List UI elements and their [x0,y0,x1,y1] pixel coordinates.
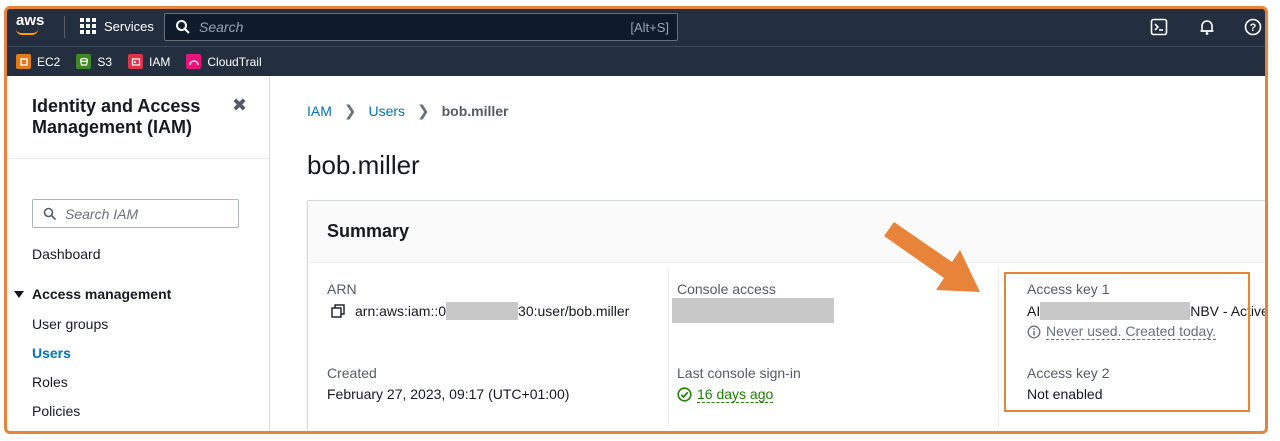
svg-text:?: ? [1250,22,1257,34]
console-access-value [672,298,834,323]
sidebar-search-input[interactable]: Search IAM [32,199,239,228]
access-key2-label: Access key 2 [1027,365,1110,381]
sidebar-title: Identity and Access Management (IAM) [32,96,201,137]
sidebar-search-placeholder: Search IAM [65,205,139,222]
sidebar-section-access-management[interactable]: Access management [14,286,171,302]
last-signin-label: Last console sign-in [677,365,801,381]
caret-down-icon [14,290,24,298]
favorite-cloudtrail[interactable]: CloudTrail [186,54,262,69]
access-key1-prefix: AI [1027,303,1041,319]
favorite-s3[interactable]: S3 [76,54,112,69]
arn-suffix: 30:user/bob.miller [518,303,630,319]
last-signin-value: 16 days ago [677,386,774,403]
aws-logo-text: aws [16,12,45,29]
cloudtrail-service-icon [186,54,202,69]
sidebar-section-label: Access management [32,286,172,302]
iam-service-icon [128,54,144,69]
console-access-label: Console access [677,281,776,297]
close-icon[interactable]: ✖ [232,95,247,116]
breadcrumb-iam[interactable]: IAM [307,103,332,119]
global-search-input[interactable]: Search [Alt+S] [164,13,678,41]
breadcrumb: IAM ❯ Users ❯ bob.miller [307,102,509,120]
access-key1-label: Access key 1 [1027,281,1110,297]
services-grid-icon [80,18,96,34]
favorite-label: S3 [97,54,113,69]
ec2-service-icon [16,54,31,69]
notifications-bell-icon[interactable] [1198,18,1216,36]
sidebar-item-users[interactable]: Users [32,345,71,361]
favorite-label: CloudTrail [207,54,262,69]
global-search-placeholder: Search [199,19,244,35]
top-navigation: aws Services Search [Alt+S] ? [6,8,1266,46]
info-icon [1027,325,1041,338]
sidebar-item-user-groups[interactable]: User groups [32,316,108,332]
last-signin-text[interactable]: 16 days ago [697,386,774,403]
sidebar-item-policies[interactable]: Policies [32,403,80,419]
redacted-account-id [446,302,519,320]
breadcrumb-users[interactable]: Users [368,103,405,119]
access-key1-note: Never used. Created today. [1027,323,1217,340]
sidebar-divider [6,158,269,159]
column-divider [668,267,669,427]
sidebar-item-roles[interactable]: Roles [32,374,68,390]
favorite-label: EC2 [37,54,61,69]
sidebar: Identity and Access Management (IAM) ✖ S… [6,76,270,432]
services-menu-button[interactable]: Services [80,18,154,34]
search-shortcut-hint: [Alt+S] [630,19,669,35]
favorite-iam[interactable]: IAM [128,54,170,69]
help-icon[interactable]: ? [1244,18,1262,36]
favorite-ec2[interactable]: EC2 [16,54,60,69]
access-key1-suffix: NBV - Active [1190,303,1266,319]
arn-value: arn:aws:iam::0 30:user/bob.miller [331,302,629,320]
page-title: bob.miller [307,150,420,180]
aws-smile-icon [16,29,38,35]
check-circle-icon [677,387,692,402]
created-value: February 27, 2023, 09:17 (UTC+01:00) [327,386,570,402]
column-divider [998,267,999,427]
screenshot-frame: aws Services Search [Alt+S] ? EC2 S3 IAM… [6,8,1266,432]
nav-divider [64,16,65,38]
access-key2-value: Not enabled [1027,386,1103,402]
redacted-console-access [672,298,834,323]
services-label: Services [104,18,154,34]
favorite-label: IAM [149,54,171,69]
summary-card-header: Summary [308,201,1266,263]
aws-logo[interactable]: aws [16,12,50,40]
search-icon [43,207,57,220]
favorites-bar: EC2 S3 IAM CloudTrail [6,46,1266,76]
cloudshell-icon[interactable] [1150,18,1168,36]
arn-label: ARN [327,281,357,297]
search-icon [176,20,190,34]
sidebar-item-dashboard[interactable]: Dashboard [32,246,101,262]
access-key1-note-text[interactable]: Never used. Created today. [1046,323,1217,340]
created-label: Created [327,365,377,381]
redacted-access-key [1040,302,1191,320]
summary-card: Summary ARN arn:aws:iam::0 30:user/bob.m… [307,200,1266,432]
arn-prefix: arn:aws:iam::0 [355,303,447,319]
annotation-arrow-icon [884,222,980,292]
copy-icon[interactable] [331,304,345,318]
summary-title: Summary [327,221,410,241]
access-key1-value: AI NBV - Active [1027,302,1266,320]
breadcrumb-chevron-icon: ❯ [343,103,357,120]
breadcrumb-chevron-icon: ❯ [417,103,430,120]
breadcrumb-current: bob.miller [441,103,509,119]
main-content: IAM ❯ Users ❯ bob.miller bob.miller Summ… [271,76,1266,432]
s3-service-icon [76,54,92,69]
